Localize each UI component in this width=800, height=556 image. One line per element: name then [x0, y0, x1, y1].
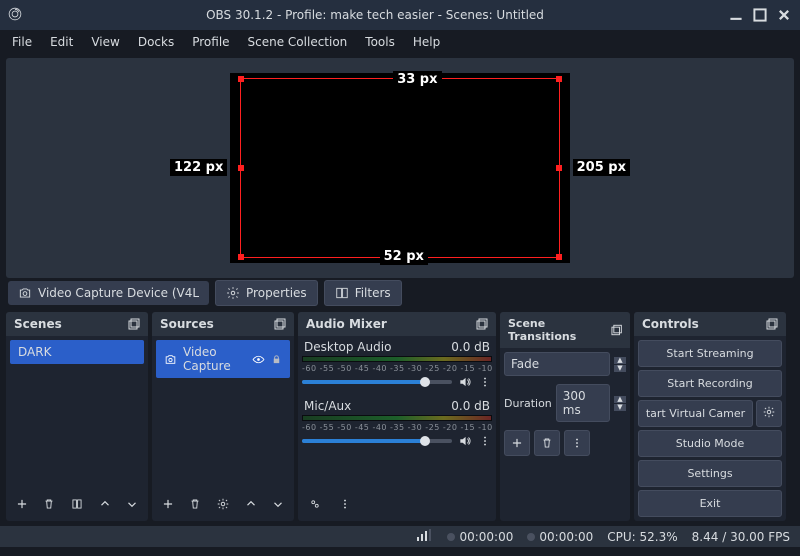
fps: 8.44 / 30.00 FPS: [692, 530, 790, 544]
maximize-button[interactable]: [752, 7, 768, 23]
scenes-dock: Scenes DARK: [6, 312, 148, 521]
duration-spin[interactable]: ▲▼: [614, 396, 626, 411]
speaker-icon[interactable]: [458, 375, 472, 389]
add-transition-button[interactable]: [504, 430, 530, 456]
mixer-title: Audio Mixer: [306, 317, 387, 331]
menu-docks[interactable]: Docks: [130, 32, 182, 52]
eye-icon[interactable]: [252, 353, 265, 366]
menu-edit[interactable]: Edit: [42, 32, 81, 52]
window-title: OBS 30.1.2 - Profile: make tech easier -…: [30, 8, 720, 22]
filters-button[interactable]: Filters: [324, 280, 402, 306]
vu-meter: [302, 415, 492, 421]
source-properties-button[interactable]: [211, 491, 235, 517]
scenes-title: Scenes: [14, 317, 62, 331]
controls-title: Controls: [642, 317, 699, 331]
filters-icon: [335, 286, 349, 300]
selected-source-label: Video Capture Device (V4L: [38, 286, 199, 300]
duration-label: Duration: [504, 397, 552, 410]
preview-area[interactable]: 33 px 122 px 205 px 52 px: [6, 58, 794, 278]
selected-source: Video Capture Device (V4L: [8, 281, 209, 305]
lock-icon[interactable]: [271, 354, 282, 365]
popout-icon[interactable]: [766, 318, 778, 330]
delete-transition-button[interactable]: [534, 430, 560, 456]
preview-canvas[interactable]: 33 px 122 px 205 px 52 px: [230, 73, 570, 263]
transitions-title: Scene Transitions: [508, 317, 611, 343]
mixer-more-button[interactable]: [332, 491, 358, 517]
settings-button[interactable]: Settings: [638, 460, 782, 487]
start-streaming-button[interactable]: Start Streaming: [638, 340, 782, 367]
camera-icon: [164, 353, 177, 366]
status-bar: 00:00:00 00:00:00 CPU: 52.3% 8.44 / 30.0…: [0, 525, 800, 547]
margin-right-label: 205 px: [573, 159, 630, 176]
properties-button[interactable]: Properties: [215, 280, 318, 306]
transitions-dock: Scene Transitions Fade ▲▼ Duration 300 m…: [500, 312, 630, 521]
camera-icon: [18, 286, 32, 300]
mixer-dock: Audio Mixer Desktop Audio0.0 dB -60 -55 …: [298, 312, 496, 521]
virtual-camera-button[interactable]: tart Virtual Camer: [638, 400, 753, 427]
mixer-channel-mic: Mic/Aux0.0 dB -60 -55 -50 -45 -40 -35 -3…: [302, 399, 492, 448]
volume-slider[interactable]: [302, 380, 452, 384]
controls-dock: Controls Start Streaming Start Recording…: [634, 312, 786, 521]
volume-slider[interactable]: [302, 439, 452, 443]
menu-tools[interactable]: Tools: [357, 32, 403, 52]
gear-icon: [226, 286, 240, 300]
scene-up-button[interactable]: [93, 491, 117, 517]
studio-mode-button[interactable]: Studio Mode: [638, 430, 782, 457]
more-icon[interactable]: [478, 375, 492, 389]
selection-box[interactable]: [240, 78, 560, 258]
minimize-button[interactable]: [728, 7, 744, 23]
margin-bottom-label: 52 px: [380, 248, 428, 265]
menu-profile[interactable]: Profile: [184, 32, 237, 52]
record-time: 00:00:00: [527, 530, 593, 544]
sources-dock: Sources Video Capture: [152, 312, 294, 521]
popout-icon[interactable]: [476, 318, 488, 330]
mixer-settings-button[interactable]: [302, 491, 328, 517]
transition-spin[interactable]: ▲▼: [614, 357, 626, 372]
margin-left-label: 122 px: [170, 159, 227, 176]
scene-down-button[interactable]: [120, 491, 144, 517]
start-recording-button[interactable]: Start Recording: [638, 370, 782, 397]
dock-row: Scenes DARK Sources Video Capture: [0, 308, 800, 525]
popout-icon[interactable]: [128, 318, 140, 330]
popout-icon[interactable]: [274, 318, 286, 330]
scene-filters-button[interactable]: [65, 491, 89, 517]
add-source-button[interactable]: [156, 491, 180, 517]
delete-source-button[interactable]: [184, 491, 208, 517]
source-item[interactable]: Video Capture: [156, 340, 290, 378]
title-bar: OBS 30.1.2 - Profile: make tech easier -…: [0, 0, 800, 30]
cpu-usage: CPU: 52.3%: [607, 530, 677, 544]
menu-file[interactable]: File: [4, 32, 40, 52]
speaker-icon[interactable]: [458, 434, 472, 448]
more-icon[interactable]: [478, 434, 492, 448]
stream-time: 00:00:00: [447, 530, 513, 544]
popout-icon[interactable]: [611, 324, 622, 336]
close-button[interactable]: [776, 7, 792, 23]
source-toolbar: Video Capture Device (V4L Properties Fil…: [0, 278, 800, 308]
obs-logo-icon: [8, 7, 22, 24]
mixer-channel-desktop: Desktop Audio0.0 dB -60 -55 -50 -45 -40 …: [302, 340, 492, 389]
vu-meter: [302, 356, 492, 362]
duration-field[interactable]: 300 ms: [556, 384, 610, 422]
exit-button[interactable]: Exit: [638, 490, 782, 517]
virtual-camera-settings-button[interactable]: [756, 400, 782, 427]
add-scene-button[interactable]: [10, 491, 34, 517]
gear-icon: [762, 405, 776, 419]
transition-more-button[interactable]: [564, 430, 590, 456]
transition-select[interactable]: Fade: [504, 352, 610, 376]
source-down-button[interactable]: [266, 491, 290, 517]
menu-bar: File Edit View Docks Profile Scene Colle…: [0, 30, 800, 54]
menu-help[interactable]: Help: [405, 32, 448, 52]
scene-item[interactable]: DARK: [10, 340, 144, 364]
sources-title: Sources: [160, 317, 214, 331]
delete-scene-button[interactable]: [38, 491, 62, 517]
menu-view[interactable]: View: [83, 32, 127, 52]
menu-scene-collection[interactable]: Scene Collection: [240, 32, 356, 52]
margin-top-label: 33 px: [393, 71, 441, 88]
source-up-button[interactable]: [239, 491, 263, 517]
network-icon: [417, 529, 433, 544]
